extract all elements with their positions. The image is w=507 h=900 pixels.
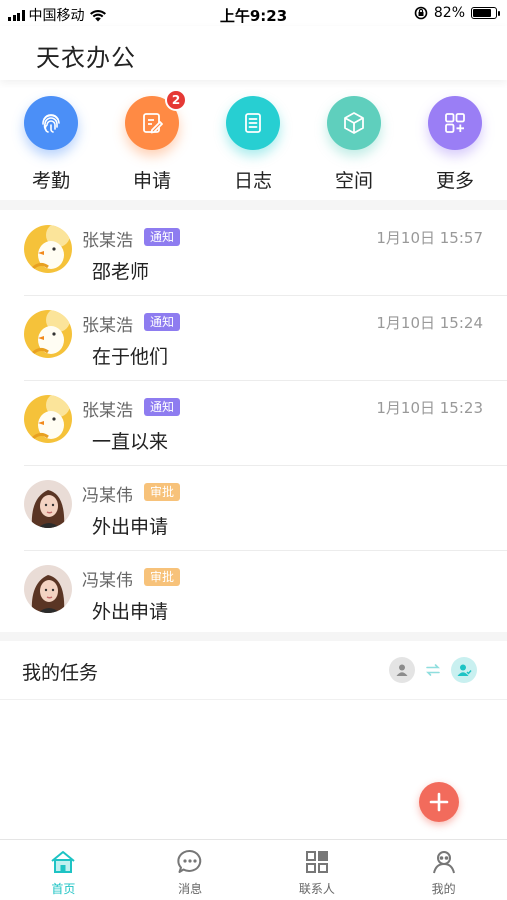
sender-name: 张某浩 — [82, 401, 133, 421]
person-icon[interactable] — [389, 657, 415, 683]
plus-icon — [429, 792, 449, 812]
chick-avatar — [24, 395, 72, 443]
chick-avatar — [24, 225, 72, 273]
status-bar: 中国移动 上午9:23 82% — [0, 0, 507, 26]
edit-form-icon — [143, 113, 163, 134]
message-tag: 审批 — [144, 483, 181, 501]
page-title: 天衣办公 — [36, 44, 136, 72]
orientation-lock-icon — [414, 6, 428, 20]
sender-name: 冯某伟 — [82, 486, 133, 506]
bottom-tab-bar: 首页 消息 联系人 我的 — [0, 839, 507, 900]
notification-badge: 2 — [165, 89, 187, 111]
quick-apps-grid: 考勤 2 申请 日志 空间 更多 — [0, 88, 507, 198]
message-time: 1月10日 15:23 — [376, 399, 483, 417]
person-check-icon[interactable] — [451, 657, 477, 683]
quick-app-more[interactable]: 更多 — [415, 96, 495, 193]
quick-app-log[interactable]: 日志 — [213, 96, 293, 193]
tab-label: 消息 — [178, 882, 203, 896]
document-icon — [245, 113, 261, 133]
home-icon — [51, 851, 76, 873]
message-list: 张某浩 通知 1月10日 15:57 邵老师 张某浩 通知 1月10日 15:2… — [0, 211, 507, 635]
message-text: 邵老师 — [92, 261, 150, 283]
message-tag: 通知 — [144, 313, 181, 331]
message-text: 外出申请 — [92, 516, 169, 538]
my-tasks-header: 我的任务 — [0, 641, 507, 700]
swap-icon[interactable] — [425, 663, 441, 677]
tab-me[interactable]: 我的 — [380, 840, 507, 900]
quick-app-circle: 2 — [125, 89, 187, 150]
tab-home[interactable]: 首页 — [0, 840, 127, 900]
fingerprint-icon — [42, 114, 60, 133]
message-text: 外出申请 — [92, 601, 169, 623]
message-item[interactable]: 冯某伟 审批 外出申请 — [24, 551, 507, 635]
quick-app-apply[interactable]: 2 申请 — [112, 89, 192, 193]
grid-icon — [445, 113, 465, 133]
quick-app-label: 申请 — [132, 170, 171, 192]
chat-bubble-icon — [177, 850, 202, 873]
tab-label: 首页 — [51, 882, 76, 896]
app-header: 天衣办公 — [0, 26, 507, 80]
quick-app-circle — [226, 96, 280, 150]
quick-app-label: 更多 — [435, 170, 474, 192]
quick-app-circle — [327, 96, 381, 150]
woman-avatar — [24, 565, 72, 613]
message-item[interactable]: 张某浩 通知 1月10日 15:23 一直以来 — [24, 381, 507, 466]
tab-contacts[interactable]: 联系人 — [254, 840, 381, 900]
quick-app-label: 日志 — [233, 170, 272, 192]
tasks-toggle — [389, 657, 477, 683]
message-item[interactable]: 冯某伟 审批 外出申请 — [24, 466, 507, 551]
quick-app-circle — [428, 96, 482, 150]
quick-app-attendance[interactable]: 考勤 — [11, 96, 91, 193]
battery-icon — [471, 7, 500, 19]
quick-app-circle — [24, 96, 78, 150]
woman-avatar — [24, 480, 72, 528]
message-text: 一直以来 — [92, 431, 169, 453]
quick-app-label: 空间 — [334, 170, 373, 192]
message-text: 在于他们 — [92, 346, 169, 368]
status-right: 82% — [414, 5, 500, 21]
tasks-title: 我的任务 — [22, 662, 99, 684]
cube-icon — [344, 112, 364, 134]
message-tag: 审批 — [144, 568, 181, 586]
sender-name: 张某浩 — [82, 316, 133, 336]
sender-name: 冯某伟 — [82, 571, 133, 591]
sender-name: 张某浩 — [82, 231, 133, 251]
tab-messages[interactable]: 消息 — [127, 840, 254, 900]
message-time: 1月10日 15:57 — [376, 229, 483, 247]
add-button[interactable] — [419, 782, 459, 822]
tab-label: 我的 — [431, 882, 456, 896]
quick-app-label: 考勤 — [31, 170, 70, 192]
contacts-grid-icon — [305, 851, 328, 873]
user-icon — [432, 851, 455, 874]
app-screen: 中国移动 上午9:23 82% 天衣办公 考勤 2 申请 日志 空间 更多 张某… — [0, 0, 507, 900]
message-item[interactable]: 张某浩 通知 1月10日 15:57 邵老师 — [24, 211, 507, 296]
tab-label: 联系人 — [298, 882, 335, 896]
message-tag: 通知 — [144, 398, 181, 416]
section-divider — [0, 200, 507, 210]
message-item[interactable]: 张某浩 通知 1月10日 15:24 在于他们 — [24, 296, 507, 381]
battery-percent: 82% — [433, 5, 465, 21]
quick-app-space[interactable]: 空间 — [314, 96, 394, 193]
message-tag: 通知 — [144, 228, 181, 246]
message-time: 1月10日 15:24 — [376, 314, 483, 332]
chick-avatar — [24, 310, 72, 358]
